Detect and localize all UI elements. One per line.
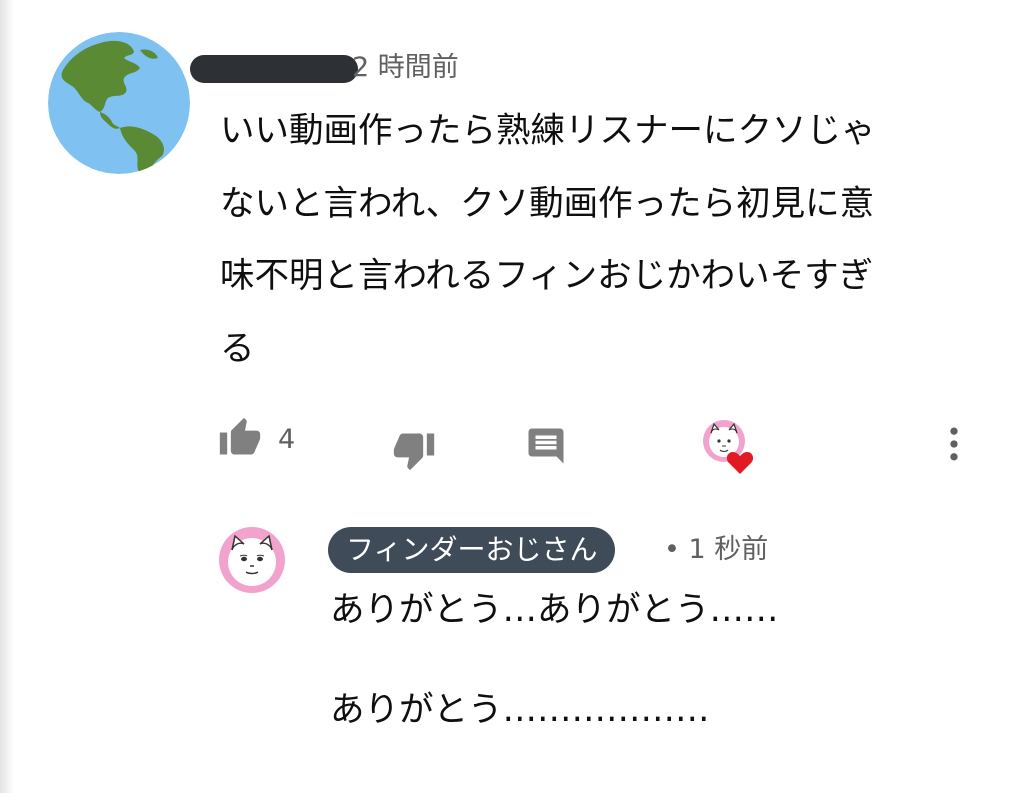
reply-timestamp: • 1 秒前 [664,534,769,565]
commenter-avatar[interactable] [48,32,190,174]
creator-name-badge[interactable]: フィンダーおじさん [328,527,616,573]
like-count: 4 [278,424,296,455]
dislike-button[interactable] [390,426,438,474]
globe-americas-icon [48,32,190,174]
comment-thread: 2 時間前 いい動画作ったら熟練リスナーにクソじゃ ないと言われ、クソ動画作った… [0,0,1024,793]
more-options-button[interactable] [932,420,976,468]
comment-reply-icon [528,428,564,464]
thumbs-down-icon [393,433,435,471]
reply-button[interactable] [522,422,570,470]
like-button[interactable] [216,414,264,462]
reply-author-avatar[interactable] [218,526,286,594]
reply-text: ありがとう…ありがとう…… ありがとう……………… [330,590,779,730]
more-vertical-icon [950,427,958,461]
comment-text: いい動画作ったら熟練リスナーにクソじゃ ないと言われ、クソ動画作ったら初見に意 … [220,111,876,369]
cat-face-avatar-icon [219,527,285,593]
creator-heart-badge[interactable] [702,419,756,475]
left-edge-shadow [0,0,14,793]
comment-timestamp: 2 時間前 [352,52,459,83]
redacted-author-name [190,55,358,83]
creator-heart-icon [703,420,754,474]
thumbs-up-icon [219,417,261,455]
